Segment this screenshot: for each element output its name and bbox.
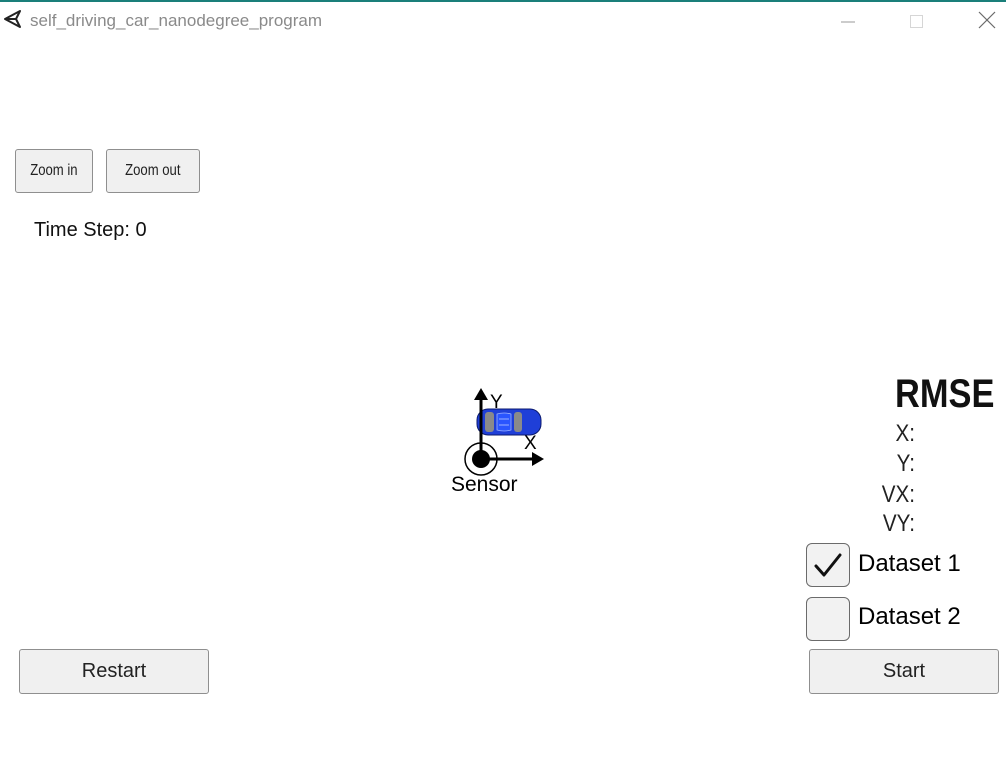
start-label: Start <box>882 660 926 682</box>
close-icon <box>978 11 996 29</box>
zoom-in-button[interactable]: Zoom in <box>15 149 93 193</box>
axis-x-arrow <box>481 452 544 466</box>
close-button[interactable] <box>972 8 1002 32</box>
minimize-icon <box>841 21 855 23</box>
title-bar[interactable]: self_driving_car_nanodegree_program <box>0 2 1006 38</box>
dataset-1-checkbox[interactable] <box>806 543 850 587</box>
zoom-out-label: Zoom out <box>125 162 181 179</box>
minimize-button[interactable] <box>833 8 863 32</box>
car-icon <box>476 408 542 436</box>
rmse-vy-label: VY: <box>882 510 915 537</box>
time-step-text: Time Step: 0 <box>34 219 147 241</box>
window-title: self_driving_car_nanodegree_program <box>30 11 323 30</box>
dataset-2-label: Dataset 2 <box>858 603 961 630</box>
rmse-title: RMSE <box>895 372 995 416</box>
start-button[interactable]: Start <box>809 649 999 694</box>
rmse-x-label: X: <box>895 420 915 447</box>
simulation-scene: Y X <box>464 388 544 476</box>
dataset-2-checkbox[interactable] <box>806 597 850 641</box>
rmse-vx-label: VX: <box>881 481 915 508</box>
axis-x-label: X <box>524 433 537 454</box>
restart-button[interactable]: Restart <box>19 649 209 694</box>
maximize-icon <box>910 15 923 28</box>
unity-logo-icon <box>4 10 21 28</box>
restart-label: Restart <box>81 660 147 682</box>
maximize-button[interactable] <box>902 8 932 32</box>
dataset-1-label: Dataset 1 <box>858 550 961 577</box>
rmse-y-label: Y: <box>896 450 915 477</box>
checkmark-icon <box>814 553 842 577</box>
sensor-label: Sensor <box>451 473 518 496</box>
axis-y-label: Y <box>490 392 503 413</box>
zoom-out-button[interactable]: Zoom out <box>106 149 200 193</box>
zoom-in-label: Zoom in <box>30 162 78 179</box>
